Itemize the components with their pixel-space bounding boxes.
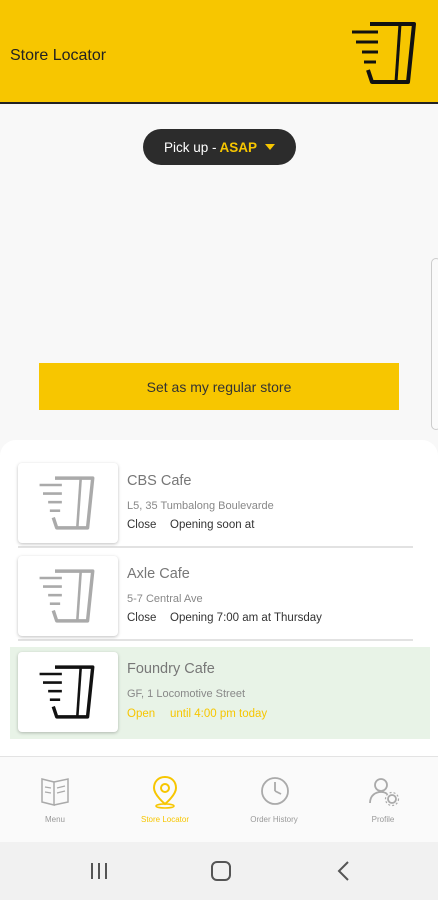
app-header: Store Locator bbox=[0, 0, 438, 104]
store-thumbnail bbox=[18, 652, 118, 732]
store-name: Foundry Cafe bbox=[127, 661, 215, 677]
store-name: CBS Cafe bbox=[127, 473, 192, 489]
recent-apps-icon[interactable] bbox=[86, 858, 112, 884]
store-address: GF, 1 Locomotive Street bbox=[127, 688, 245, 700]
store-item-cbs-cafe[interactable]: CBS Cafe L5, 35 Tumbalong Boulevarde Clo… bbox=[18, 460, 413, 548]
pickup-value: ASAP bbox=[219, 139, 258, 155]
nav-item-profile[interactable]: Profile bbox=[328, 757, 438, 843]
nav-label: Store Locator bbox=[140, 815, 190, 824]
store-status: Close bbox=[127, 519, 157, 531]
store-status: Open bbox=[127, 708, 156, 720]
nav-label: Order History bbox=[250, 815, 298, 824]
location-pin-icon bbox=[152, 775, 178, 809]
profile-gear-icon bbox=[369, 778, 400, 807]
nav-item-order-history[interactable]: Order History bbox=[219, 757, 329, 843]
nav-item-store-locator[interactable]: Store Locator bbox=[110, 757, 220, 843]
nav-item-menu[interactable]: Menu bbox=[0, 757, 110, 843]
nav-label: Profile bbox=[371, 815, 395, 824]
page-title: Store Locator bbox=[10, 47, 107, 64]
main-content: Pick up - ASAP Set as my regular store C… bbox=[0, 106, 438, 762]
store-thumbnail bbox=[18, 556, 118, 636]
pickup-time-selector[interactable]: Pick up - ASAP bbox=[143, 129, 296, 165]
store-hours: until 4:00 pm today bbox=[170, 708, 268, 720]
clock-icon bbox=[261, 777, 289, 805]
store-address: 5-7 Central Ave bbox=[127, 593, 203, 605]
store-hours: Opening 7:00 am at Thursday bbox=[170, 612, 322, 624]
cup-logo-icon bbox=[39, 476, 95, 530]
set-regular-store-button[interactable]: Set as my regular store bbox=[39, 363, 399, 410]
cup-logo-icon bbox=[352, 22, 416, 84]
store-item-foundry-cafe[interactable]: Foundry Cafe GF, 1 Locomotive Street Ope… bbox=[10, 647, 430, 739]
bottom-nav: Menu Store Locator Order History Profile bbox=[0, 756, 438, 842]
store-status: Close bbox=[127, 612, 157, 624]
nav-label: Menu bbox=[44, 815, 65, 824]
side-drawer-handle[interactable] bbox=[431, 258, 438, 430]
store-hours: Opening soon at bbox=[170, 519, 255, 531]
store-item-axle-cafe[interactable]: Axle Cafe 5-7 Central Ave Close Opening … bbox=[18, 553, 413, 641]
caret-down-icon bbox=[265, 144, 276, 150]
back-icon[interactable] bbox=[331, 858, 357, 884]
system-nav-bar bbox=[0, 842, 438, 900]
store-list: CBS Cafe L5, 35 Tumbalong Boulevarde Clo… bbox=[0, 440, 438, 762]
pickup-prefix: Pick up - bbox=[163, 139, 217, 155]
cup-logo-icon bbox=[39, 665, 95, 719]
store-name: Axle Cafe bbox=[127, 566, 190, 582]
menu-book-icon bbox=[41, 778, 69, 806]
home-icon[interactable] bbox=[208, 858, 234, 884]
store-thumbnail bbox=[18, 463, 118, 543]
cup-logo-icon bbox=[39, 569, 95, 623]
store-address: L5, 35 Tumbalong Boulevarde bbox=[127, 500, 274, 512]
